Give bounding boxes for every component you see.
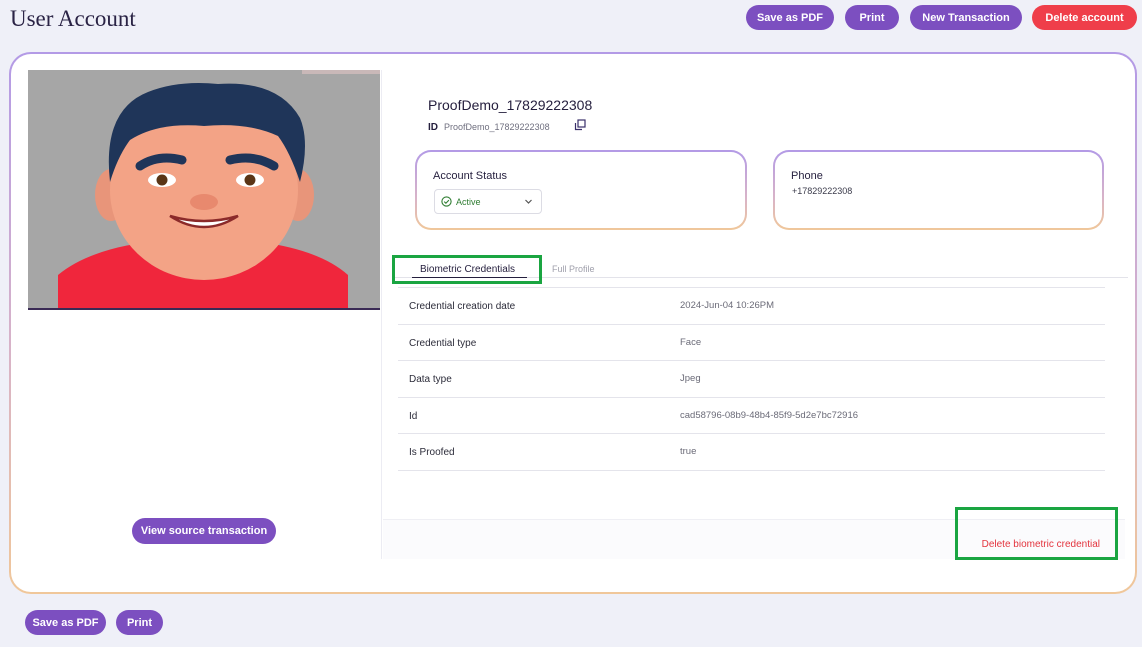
credentials-table: Credential creation date 2024-Jun-04 10:… xyxy=(398,287,1105,471)
row-key: Credential creation date xyxy=(409,301,516,312)
row-value: 2024-Jun-04 10:26PM xyxy=(680,300,775,311)
row-value: true xyxy=(680,446,697,458)
tab-biometric-credentials[interactable]: Biometric Credentials xyxy=(412,264,528,278)
face-photo xyxy=(28,70,380,310)
tab-bar: Biometric Credentials Full Profile xyxy=(392,252,1128,278)
table-row: Data type Jpeg xyxy=(398,361,1105,398)
copy-icon[interactable] xyxy=(574,119,586,131)
row-value: cad58796-08b9-48b4-85f9-5d2e7bc72916 xyxy=(680,409,859,421)
row-value: Jpeg xyxy=(680,373,701,385)
detail-panel: ProofDemo_17829222308 ID ProofDemo_17829… xyxy=(383,70,1128,560)
phone-box: Phone +17829222308 xyxy=(773,150,1104,230)
footer-save-pdf-button[interactable]: Save as PDF xyxy=(25,610,106,635)
row-key: Data type xyxy=(409,374,452,386)
photo-panel: View source transaction xyxy=(28,70,382,559)
tab-full-profile[interactable]: Full Profile xyxy=(552,264,595,274)
action-bar: Delete biometric credential xyxy=(383,519,1125,559)
table-row: Is Proofed true xyxy=(398,434,1105,471)
save-pdf-button[interactable]: Save as PDF xyxy=(746,5,834,30)
account-status-select[interactable]: Active xyxy=(434,189,542,214)
account-status-box: Account Status Active xyxy=(415,150,747,230)
footer-print-button[interactable]: Print xyxy=(116,610,163,635)
print-button[interactable]: Print xyxy=(845,5,899,30)
row-key: Is Proofed xyxy=(409,447,455,459)
phone-value: +17829222308 xyxy=(792,186,853,196)
row-key: Id xyxy=(409,410,418,422)
avatar-illustration xyxy=(28,70,380,310)
row-key: Credential type xyxy=(409,337,477,349)
chevron-down-icon xyxy=(525,199,532,204)
view-source-transaction-button[interactable]: View source transaction xyxy=(132,518,276,544)
account-status-value: Active xyxy=(456,196,481,207)
row-value: Face xyxy=(680,336,702,348)
phone-label: Phone xyxy=(791,170,823,182)
account-card: View source transaction ProofDemo_178292… xyxy=(9,52,1137,594)
account-id: ProofDemo_17829222308 xyxy=(444,122,550,132)
new-transaction-button[interactable]: New Transaction xyxy=(910,5,1022,30)
account-status-label: Account Status xyxy=(433,170,507,182)
delete-biometric-credential-link[interactable]: Delete biometric credential xyxy=(982,539,1100,550)
table-row: Credential type Face xyxy=(398,325,1105,362)
account-name: ProofDemo_17829222308 xyxy=(428,97,593,113)
check-circle-icon xyxy=(441,196,452,207)
table-row: Id cad58796-08b9-48b4-85f9-5d2e7bc72916 xyxy=(398,398,1105,435)
table-row: Credential creation date 2024-Jun-04 10:… xyxy=(398,288,1105,325)
id-label: ID xyxy=(428,122,438,133)
page-title: User Account xyxy=(10,6,136,31)
delete-account-button[interactable]: Delete account xyxy=(1032,5,1137,30)
